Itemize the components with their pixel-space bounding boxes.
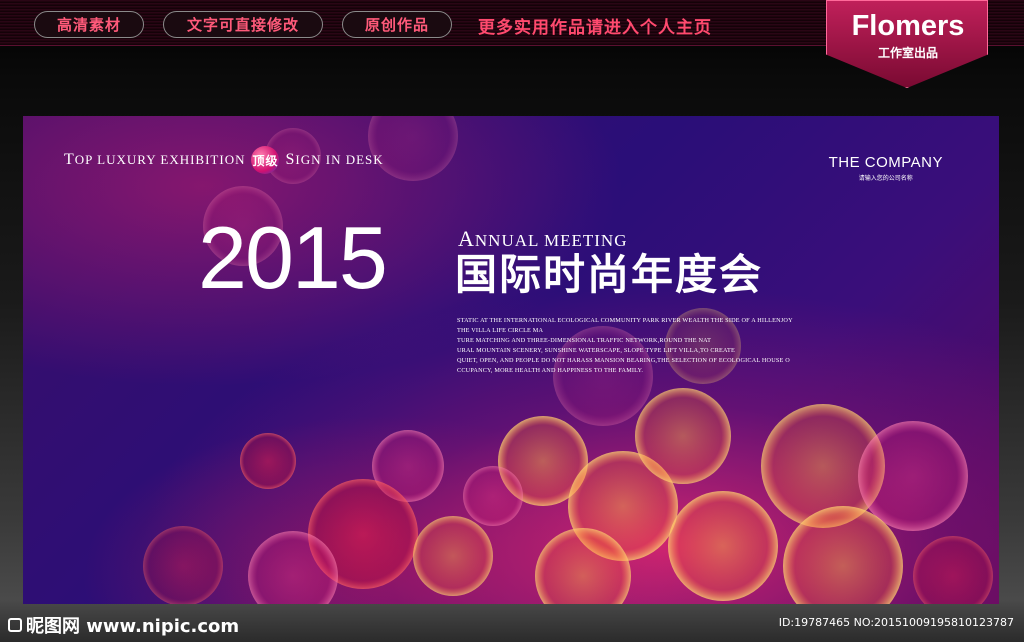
description-line: URAL MOUNTAIN SCENERY, SUNSHINE WATERSCA… (457, 347, 735, 354)
description-line: QUIET, OPEN, AND PEOPLE DO NOT HARASS MA… (457, 357, 790, 364)
tagline-part2: IGN IN DESK (295, 152, 384, 167)
nipic-watermark: 昵图网 www.nipic.com (8, 612, 239, 638)
hd-material-button[interactable]: 高清素材 (34, 11, 144, 38)
event-title: 国际时尚年度会 (455, 250, 764, 299)
description-text: STATIC AT THE INTERNATIONAL ECOLOGICAL C… (457, 316, 847, 376)
event-year: 2015 (198, 208, 388, 307)
top-level-badge: 顶级 (251, 146, 280, 174)
brand-subtitle: 工作室出品 (877, 46, 938, 60)
annual-rest: NNUAL MEETING (474, 231, 628, 250)
editable-text-button[interactable]: 文字可直接修改 (163, 11, 323, 38)
annual-meeting-heading: ANNUAL MEETING (458, 226, 628, 252)
event-banner: T OP LUXURY EXHIBITION 顶级 S IGN IN DESK … (23, 116, 999, 604)
tagline-part2-initial: S (285, 151, 296, 168)
company-name-hint: 请输入您的公司名称 (858, 175, 913, 182)
description-line: CCUPANCY, MORE HEALTH AND HAPPINESS TO T… (457, 367, 644, 374)
description-line: TURE MATCHING AND THREE-DIMENSIONAL TRAF… (457, 337, 712, 344)
nipic-logo-icon (8, 618, 22, 632)
tagline: T OP LUXURY EXHIBITION 顶级 S IGN IN DESK (64, 146, 384, 174)
original-work-button[interactable]: 原创作品 (342, 11, 452, 38)
brand-name: Flomers (851, 10, 965, 42)
company-name: THE COMPANY (828, 154, 943, 171)
nipic-site-text: 昵图网 www.nipic.com (26, 616, 240, 637)
tagline-part1-initial: T (64, 151, 75, 168)
homepage-promo-link[interactable]: 更多实用作品请进入个人主页 (478, 13, 712, 38)
description-line: STATIC AT THE INTERNATIONAL ECOLOGICAL C… (457, 317, 793, 324)
annual-initial: A (458, 226, 475, 251)
image-id-watermark: ID:19787465 NO:20151009195810123787 (778, 616, 1014, 629)
company-block: THE COMPANY 请输入您的公司名称 (829, 154, 943, 182)
description-line: THE VILLA LIFE CIRCLE MA (457, 327, 544, 334)
tagline-part1: OP LUXURY EXHIBITION (74, 152, 246, 167)
